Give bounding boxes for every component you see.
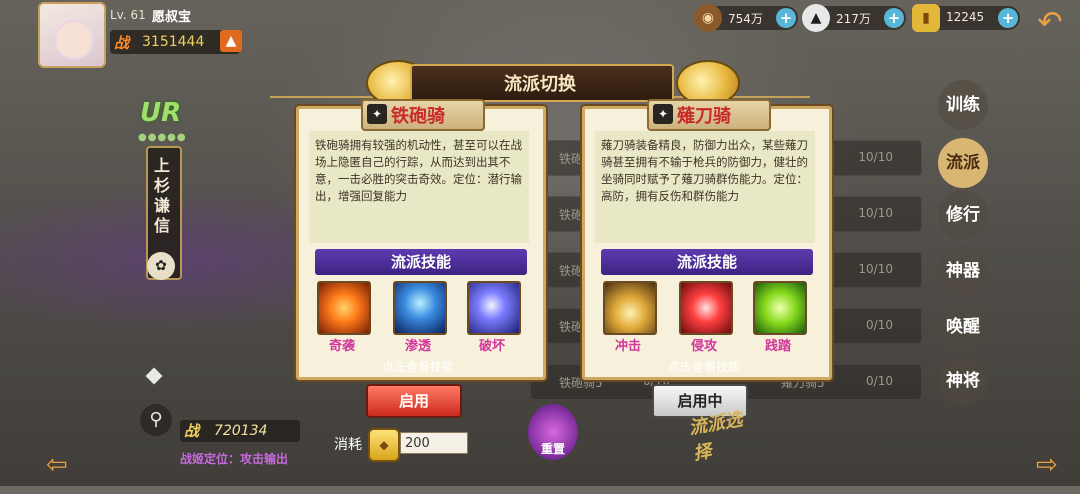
skill-raid-icon[interactable] bbox=[317, 281, 371, 335]
view-skills-hint: 点击查看技能 bbox=[667, 360, 740, 374]
hero-position: 战姬定位：攻击输出 bbox=[180, 452, 289, 466]
enable-button[interactable]: 启用 bbox=[366, 384, 462, 418]
cost-label: 消耗 bbox=[334, 437, 362, 453]
school-card-teppo[interactable]: ✦ 铁砲骑 铁砲骑拥有较强的机动性，甚至可以在战场上隐匿自己的行踪，从而达到出其… bbox=[296, 99, 546, 380]
star-rating: ●●●●● bbox=[138, 132, 187, 143]
search-icon[interactable]: ⚲ bbox=[140, 404, 172, 436]
hero-score: 720134 bbox=[214, 423, 268, 439]
power-label: 战 bbox=[114, 34, 130, 52]
tab-practice[interactable]: 修行 bbox=[938, 190, 988, 240]
add-coins-button[interactable]: + bbox=[776, 8, 796, 28]
school-emblem-icon: ✦ bbox=[367, 104, 387, 124]
skill-label: 破坏 bbox=[478, 339, 505, 354]
tab-artifact[interactable]: 神器 bbox=[938, 246, 988, 296]
skill-label: 渗透 bbox=[404, 339, 431, 354]
skill-invade-icon[interactable] bbox=[679, 281, 733, 335]
skills-header: 流派技能 bbox=[601, 249, 813, 275]
player-name: 愿叔宝 bbox=[152, 10, 192, 25]
tab-school[interactable]: 流派 bbox=[938, 138, 988, 188]
school-card-naginata[interactable]: ✦ 薙刀骑 薙刀骑装备精良，防御力出众，某些薙刀骑甚至拥有不输于枪兵的防御力，健… bbox=[582, 99, 832, 380]
skill-label: 奇袭 bbox=[328, 339, 355, 354]
skill-impact-icon[interactable] bbox=[603, 281, 657, 335]
card-name: 薙刀骑 bbox=[677, 106, 731, 127]
tab-awaken[interactable]: 唤醒 bbox=[938, 302, 988, 352]
skill-label: 践踏 bbox=[764, 339, 791, 354]
add-rice-button[interactable]: + bbox=[884, 8, 904, 28]
skill-trample-icon[interactable] bbox=[753, 281, 807, 335]
dialog-title: 流派切换 bbox=[504, 74, 576, 95]
gold-ingot-icon: ▮ bbox=[912, 4, 940, 32]
resource-gold: ▮ 12245 + bbox=[912, 4, 1020, 32]
skill-label: 侵攻 bbox=[690, 339, 717, 354]
hero-name: 上杉谦信 bbox=[154, 156, 171, 235]
resource-rice: ▲ 217万 + bbox=[802, 4, 906, 32]
coin-icon: ◉ bbox=[694, 4, 722, 32]
tab-divine-general[interactable]: 神将 bbox=[938, 356, 988, 406]
power-value: 3151444 bbox=[142, 34, 205, 50]
view-skills-hint: 点击查看技能 bbox=[381, 360, 454, 374]
card-name-tab: ✦ 薙刀骑 bbox=[647, 99, 771, 131]
player-level: Lv. 61 bbox=[110, 8, 146, 22]
card-name-tab: ✦ 铁砲骑 bbox=[361, 99, 485, 131]
resource-coins: ◉ 754万 + bbox=[694, 4, 798, 32]
avatar[interactable] bbox=[38, 2, 106, 68]
cost-value: 200 bbox=[400, 432, 468, 454]
score-label: 战 bbox=[184, 422, 200, 440]
clan-crest-icon: ✿ bbox=[147, 252, 175, 280]
add-gold-button[interactable]: + bbox=[998, 8, 1018, 28]
skill-infiltrate-icon[interactable] bbox=[393, 281, 447, 335]
skills-header: 流派技能 bbox=[315, 249, 527, 275]
gold-ingot-icon: ◆ bbox=[368, 428, 400, 462]
reset-button[interactable]: 重置 bbox=[528, 404, 578, 460]
card-description: 薙刀骑装备精良，防御力出众，某些薙刀骑甚至拥有不输于枪兵的防御力，健壮的坐骑同时… bbox=[595, 131, 815, 243]
skill-label: 冲击 bbox=[614, 339, 641, 354]
skill-destroy-icon[interactable] bbox=[467, 281, 521, 335]
prev-arrow-icon[interactable]: ⇦ bbox=[46, 450, 68, 480]
tab-training[interactable]: 训练 bbox=[938, 80, 988, 130]
card-name: 铁砲骑 bbox=[391, 106, 445, 127]
card-description: 铁砲骑拥有较强的机动性，甚至可以在战场上隐匿自己的行踪，从而达到出其不意，一击必… bbox=[309, 131, 529, 243]
rice-ball-icon: ▲ bbox=[802, 4, 830, 32]
school-emblem-icon: ✦ bbox=[653, 104, 673, 124]
back-arrow-icon[interactable]: ↶ bbox=[1028, 6, 1072, 40]
arrow-up-icon[interactable]: ▲ bbox=[220, 30, 242, 52]
next-arrow-icon[interactable]: ⇨ bbox=[1036, 450, 1058, 480]
